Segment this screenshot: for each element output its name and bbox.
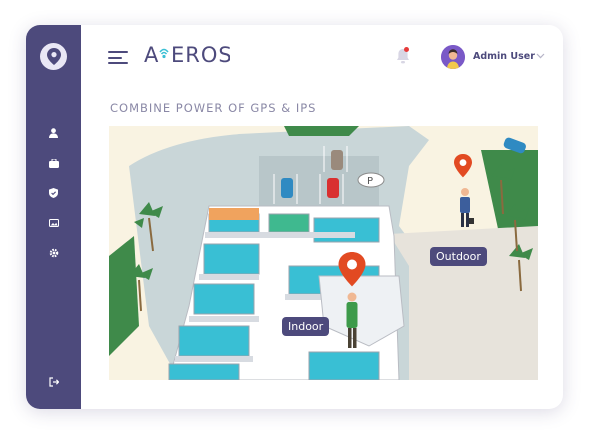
- sidebar: [26, 25, 81, 409]
- car-grey: [331, 150, 343, 170]
- gps-ips-map-illustration: P Indoor Outdoor: [109, 126, 538, 380]
- gear-icon: [49, 248, 58, 258]
- sidebar-item-settings[interactable]: [45, 246, 62, 260]
- outdoor-location-pin-icon: [454, 154, 472, 178]
- parking-label: P: [367, 176, 373, 187]
- page-title: COMBINE POWER OF GPS & IPS: [110, 101, 317, 115]
- location-pin-logo-icon[interactable]: [40, 43, 67, 70]
- avatar[interactable]: [441, 45, 465, 69]
- car-blue: [281, 178, 293, 198]
- user-name[interactable]: Admin User: [473, 51, 535, 62]
- logout-icon: [48, 377, 59, 387]
- svg-text:A: A: [144, 43, 159, 67]
- top-header: A EROS Admin User: [81, 25, 563, 87]
- sidebar-item-image[interactable]: [45, 216, 62, 230]
- outdoor-label: Outdoor: [430, 247, 487, 266]
- sidebar-item-shield[interactable]: [45, 186, 62, 200]
- menu-toggle-icon[interactable]: [108, 51, 128, 64]
- notification-dot: [404, 47, 409, 52]
- sidebar-item-user[interactable]: [45, 126, 62, 140]
- chevron-down-icon[interactable]: [536, 53, 545, 59]
- user-icon: [49, 128, 58, 138]
- indoor-label: Indoor: [282, 317, 330, 336]
- app-window: A EROS Admin User COMBINE POWER OF GPS &…: [26, 25, 563, 409]
- brand-logo: A EROS: [144, 43, 232, 72]
- car-red: [327, 178, 339, 198]
- svg-text:EROS: EROS: [171, 43, 230, 67]
- shield-icon: [49, 188, 58, 198]
- outdoor-person: [460, 188, 474, 227]
- sidebar-item-logout[interactable]: [45, 375, 62, 389]
- image-icon: [48, 219, 59, 227]
- brand-logo-text: A EROS: [144, 43, 232, 67]
- orange-room: [209, 208, 259, 220]
- sidebar-item-briefcase[interactable]: [45, 156, 62, 170]
- briefcase-icon: [48, 158, 59, 168]
